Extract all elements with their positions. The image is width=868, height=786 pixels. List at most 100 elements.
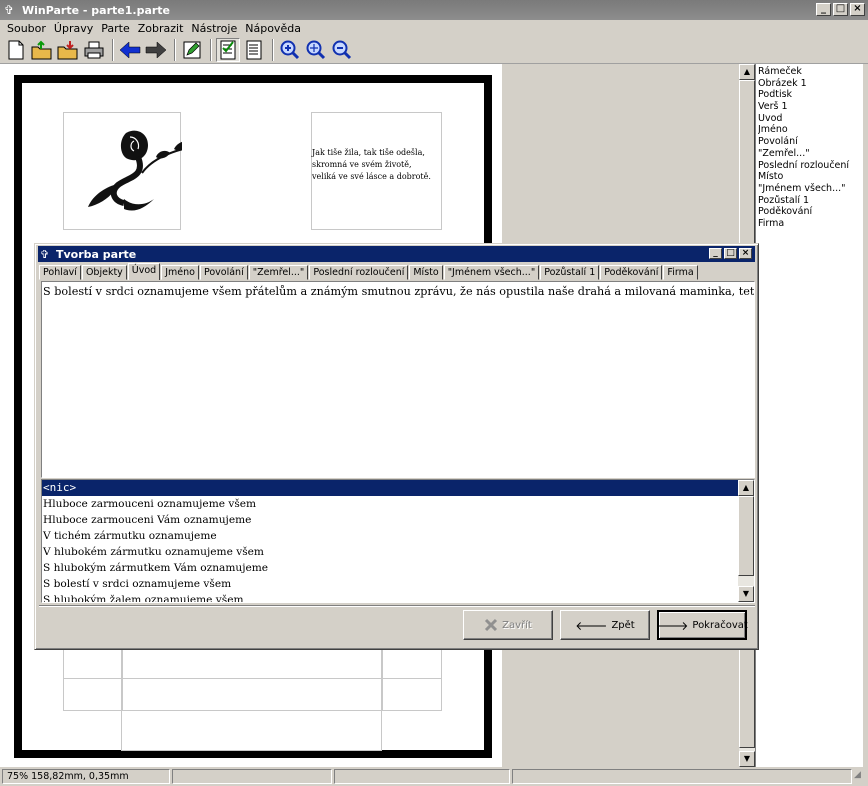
list-item[interactable]: Pozůstalí 1 xyxy=(758,195,861,207)
list-item[interactable]: V tichém zármutku oznamujeme xyxy=(42,528,754,544)
tab-objekty[interactable]: Objekty xyxy=(81,265,127,280)
image-frame[interactable] xyxy=(63,112,194,230)
tab-uvod[interactable]: Úvod xyxy=(127,263,161,280)
tab-misto[interactable]: Místo xyxy=(409,265,443,280)
list-item[interactable]: Verš 1 xyxy=(758,101,861,113)
list-item[interactable]: S hlubokým žalem oznamujeme všem xyxy=(42,592,754,602)
zoom-fit-icon[interactable] xyxy=(304,38,328,62)
dialog-maximize-button[interactable]: □ xyxy=(724,248,737,259)
dialog-divider xyxy=(39,605,755,607)
open-folder-icon[interactable] xyxy=(30,38,54,62)
next-button-label: Pokračovat xyxy=(692,619,748,631)
list-item[interactable]: Poslední rozloučení xyxy=(758,160,861,172)
dialog-close-button[interactable]: × xyxy=(739,248,752,259)
title-bar: ✞ WinParte - parte1.parte _ □ × xyxy=(0,0,868,20)
tab-podekovani[interactable]: Poděkování xyxy=(600,265,663,280)
menu-bar: Soubor Úpravy Parte Zobrazit Nástroje Ná… xyxy=(0,20,868,36)
list-item[interactable]: "Jménem všech..." xyxy=(758,183,861,195)
tab-firma[interactable]: Firma xyxy=(663,265,698,280)
menu-parte[interactable]: Parte xyxy=(97,22,133,35)
close-button[interactable]: Zavřít xyxy=(463,610,553,640)
list-item[interactable]: <nic> xyxy=(42,480,738,496)
signature-frame[interactable] xyxy=(121,643,382,751)
next-button[interactable]: 🡒 Pokračovat xyxy=(656,610,748,640)
menu-napoveda[interactable]: Nápověda xyxy=(241,22,305,35)
resize-grip-icon[interactable]: ◢ xyxy=(854,770,866,784)
toolbar-separator xyxy=(272,38,274,61)
back-button[interactable]: 🡐 Zpět xyxy=(560,610,650,640)
tab-povolani[interactable]: Povolání xyxy=(199,265,248,280)
menu-upravy[interactable]: Úpravy xyxy=(50,22,97,35)
back-button-label: Zpět xyxy=(611,619,635,631)
window-title: WinParte - parte1.parte xyxy=(22,3,171,17)
list-item[interactable]: Místo xyxy=(758,171,861,183)
list-item[interactable]: Rámeček xyxy=(758,66,861,78)
close-button-label: Zavřít xyxy=(502,619,532,631)
zoom-out-icon[interactable] xyxy=(330,38,354,62)
tab-jmeno[interactable]: Jméno xyxy=(161,265,199,280)
scroll-down-button[interactable]: ▼ xyxy=(738,586,754,602)
phrase-list-scrollbar[interactable]: ▲ ▼ xyxy=(738,480,754,602)
tab-pozustali[interactable]: Pozůstalí 1 xyxy=(540,265,600,280)
intro-text-editor[interactable]: S bolestí v srdci oznamujeme všem přátel… xyxy=(41,281,755,478)
wizard-dialog: ✞ Tvorba parte _ □ × Pohlaví Objekty Úvo… xyxy=(34,243,759,650)
arrow-right-icon: 🡒 xyxy=(656,618,689,633)
scroll-up-button[interactable]: ▲ xyxy=(739,64,755,80)
dialog-minimize-button[interactable]: _ xyxy=(709,248,722,259)
list-item[interactable]: Podtisk xyxy=(758,89,861,101)
menu-soubor[interactable]: Soubor xyxy=(3,22,50,35)
dialog-tabs: Pohlaví Objekty Úvod Jméno Povolání "Zem… xyxy=(39,263,755,280)
tab-posledni-rozlouceni[interactable]: Poslední rozloučení xyxy=(309,265,409,280)
document-list-icon[interactable] xyxy=(242,38,266,62)
list-item[interactable]: "Zemřel..." xyxy=(758,148,861,160)
dialog-title: Tvorba parte xyxy=(56,247,137,261)
list-item[interactable]: Obrázek 1 xyxy=(758,78,861,90)
object-list: Rámeček Obrázek 1 Podtisk Verš 1 Úvod Jm… xyxy=(755,64,863,767)
scroll-up-button[interactable]: ▲ xyxy=(738,480,754,496)
tab-jmenem-vsech[interactable]: "Jménem všech..." xyxy=(443,265,540,280)
tab-zemrel[interactable]: "Zemřel..." xyxy=(248,265,309,280)
list-item[interactable]: Jméno xyxy=(758,124,861,136)
arrow-right-icon[interactable] xyxy=(144,38,168,62)
list-item[interactable]: Hluboce zarmouceni oznamujeme všem xyxy=(42,496,754,512)
verse-text: Jak tiše žila, tak tiše odešla, skromná … xyxy=(312,148,431,181)
list-item[interactable]: Poděkování xyxy=(758,206,861,218)
checklist-icon[interactable] xyxy=(216,37,240,62)
dialog-title-bar: ✞ Tvorba parte _ □ × xyxy=(38,246,755,262)
list-item[interactable]: Povolání xyxy=(758,136,861,148)
list-item[interactable]: Úvod xyxy=(758,113,861,125)
zoom-in-icon[interactable] xyxy=(278,38,302,62)
new-file-icon[interactable] xyxy=(4,38,28,62)
save-folder-icon[interactable] xyxy=(56,38,80,62)
print-icon[interactable] xyxy=(82,38,106,62)
status-zoom: 75% 158,82mm, 0,35mm xyxy=(2,769,170,784)
list-item[interactable]: Hluboce zarmouceni Vám oznamujeme xyxy=(42,512,754,528)
close-icon xyxy=(485,618,498,632)
editor-text: S bolestí v srdci oznamujeme všem přátel… xyxy=(43,285,755,298)
close-window-button[interactable]: × xyxy=(850,3,865,16)
status-panel-4 xyxy=(512,769,852,784)
phrase-list[interactable]: <nic> Hluboce zarmouceni oznamujeme všem… xyxy=(41,479,755,603)
list-item[interactable]: S hlubokým zármutkem Vám oznamujeme xyxy=(42,560,754,576)
scroll-thumb[interactable] xyxy=(738,496,754,576)
status-panel-2 xyxy=(172,769,332,784)
toolbar-separator xyxy=(112,38,114,61)
list-item[interactable]: Firma xyxy=(758,218,861,230)
rose-illustration-icon xyxy=(88,130,194,211)
tab-pohlavi[interactable]: Pohlaví xyxy=(39,265,81,280)
toolbar xyxy=(0,36,868,64)
menu-nastroje[interactable]: Nástroje xyxy=(187,22,241,35)
scroll-down-button[interactable]: ▼ xyxy=(739,751,755,767)
list-item[interactable]: S bolestí v srdci oznamujeme všem xyxy=(42,576,754,592)
verse-frame[interactable]: Jak tiše žila, tak tiše odešla, skromná … xyxy=(311,112,442,230)
arrow-left-icon: 🡐 xyxy=(575,618,608,633)
toolbar-separator xyxy=(210,38,212,61)
status-panel-3 xyxy=(334,769,510,784)
list-item[interactable]: V hlubokém zármutku oznamujeme všem xyxy=(42,544,754,560)
maximize-button[interactable]: □ xyxy=(833,3,848,16)
pencil-edit-icon[interactable] xyxy=(180,38,204,62)
app-logo-icon: ✞ xyxy=(4,3,15,17)
minimize-button[interactable]: _ xyxy=(816,3,831,16)
menu-zobrazit[interactable]: Zobrazit xyxy=(134,22,188,35)
arrow-left-icon[interactable] xyxy=(118,38,142,62)
